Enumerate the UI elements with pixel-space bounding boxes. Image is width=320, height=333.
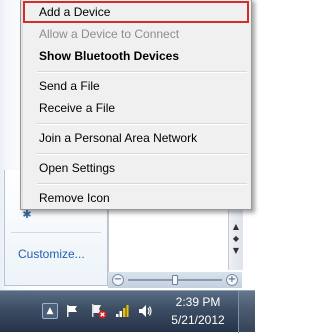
network-error-icon[interactable]: [90, 303, 108, 319]
taskbar: ▲ 2:39 PM 5/21/2012: [0, 290, 255, 333]
menu-item-add-device[interactable]: Add a Device: [23, 1, 249, 23]
menu-item-show-bluetooth-devices[interactable]: Show Bluetooth Devices: [23, 45, 249, 67]
zoom-in-button[interactable]: +: [226, 274, 238, 286]
menu-separator: [37, 183, 247, 185]
zoom-out-button[interactable]: −: [112, 274, 124, 286]
menu-separator: [37, 153, 247, 155]
clock-time[interactable]: 2:39 PM: [174, 295, 222, 309]
menu-item-open-settings[interactable]: Open Settings: [23, 157, 249, 179]
volume-icon[interactable]: [136, 303, 154, 319]
customize-link[interactable]: Customize...: [18, 247, 85, 261]
scroll-up-icon[interactable]: ▲: [229, 222, 243, 231]
menu-item-join-pan[interactable]: Join a Personal Area Network: [23, 127, 249, 149]
zoom-slider-bar: − +: [108, 272, 242, 288]
menu-item-allow-device-connect: Allow a Device to Connect: [39, 27, 180, 41]
show-hidden-icons-button[interactable]: ▲: [42, 303, 58, 319]
menu-item-receive-file[interactable]: Receive a File: [23, 97, 249, 119]
menu-separator: [37, 71, 247, 73]
show-desktop-button[interactable]: [238, 291, 255, 333]
document-page: [108, 200, 221, 272]
zoom-thumb[interactable]: [172, 275, 178, 285]
flyout-divider: [11, 232, 101, 233]
clock-date[interactable]: 5/21/2012: [166, 313, 230, 327]
page-navigate-icon[interactable]: ◆: [229, 234, 243, 243]
scroll-down-icon[interactable]: ▼: [229, 246, 243, 255]
flag-icon[interactable]: [64, 303, 80, 319]
menu-separator: [37, 123, 247, 125]
vertical-scrollbar[interactable]: ▲ ◆ ▼: [228, 200, 243, 270]
menu-item-remove-icon[interactable]: Remove Icon: [23, 187, 249, 209]
menu-item-send-file[interactable]: Send a File: [23, 75, 249, 97]
bluetooth-context-menu: Add a Device Allow a Device to Connect S…: [20, 0, 252, 210]
signal-icon[interactable]: [114, 303, 130, 319]
